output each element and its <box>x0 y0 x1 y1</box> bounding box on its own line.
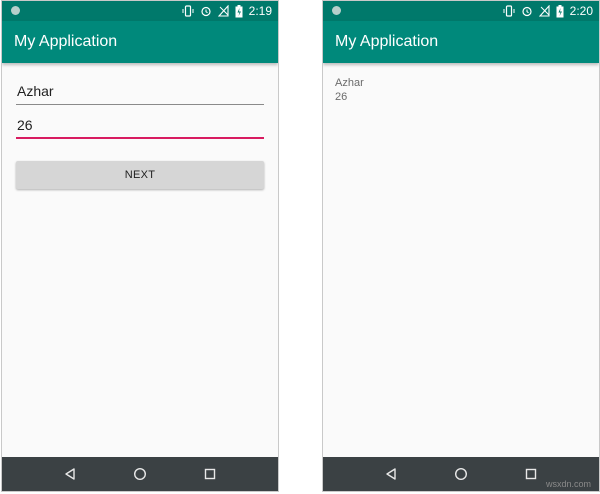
app-title: My Application <box>14 33 118 50</box>
age-input[interactable]: 26 <box>16 117 264 139</box>
recents-icon[interactable] <box>524 467 538 486</box>
status-bar: 2:19 <box>2 1 278 21</box>
app-bar: My Application <box>323 21 599 63</box>
status-bar: 2:20 <box>323 1 599 21</box>
camera-notification-icon <box>332 6 341 15</box>
navigation-bar <box>2 457 278 491</box>
no-signal-icon <box>538 5 550 17</box>
battery-charging-icon <box>556 4 564 18</box>
name-input[interactable]: Azhar <box>16 83 264 105</box>
phone-screen-second-activity: 2:20 My Application Azhar 26 wsxdn.com <box>322 0 600 492</box>
output-age-text: 26 <box>335 91 348 103</box>
battery-charging-icon <box>235 4 243 18</box>
status-time: 2:19 <box>248 4 272 18</box>
vibrate-icon <box>503 5 515 17</box>
home-icon[interactable] <box>133 467 147 486</box>
app-title: My Application <box>335 33 439 50</box>
alarm-icon <box>521 5 533 17</box>
home-icon[interactable] <box>454 467 468 486</box>
watermark: wsxdn.com <box>545 479 591 489</box>
status-time: 2:20 <box>569 4 593 18</box>
vibrate-icon <box>182 5 194 17</box>
output-name-text: Azhar <box>335 77 364 89</box>
back-icon[interactable] <box>384 467 398 486</box>
camera-notification-icon <box>11 6 20 15</box>
phone-screen-first-activity: 2:19 My Application Azhar 26 NEXT <box>1 0 279 492</box>
back-icon[interactable] <box>63 467 77 486</box>
no-signal-icon <box>217 5 229 17</box>
alarm-icon <box>200 5 212 17</box>
app-bar: My Application <box>2 21 278 63</box>
recents-icon[interactable] <box>203 467 217 486</box>
next-button[interactable]: NEXT <box>16 161 264 189</box>
